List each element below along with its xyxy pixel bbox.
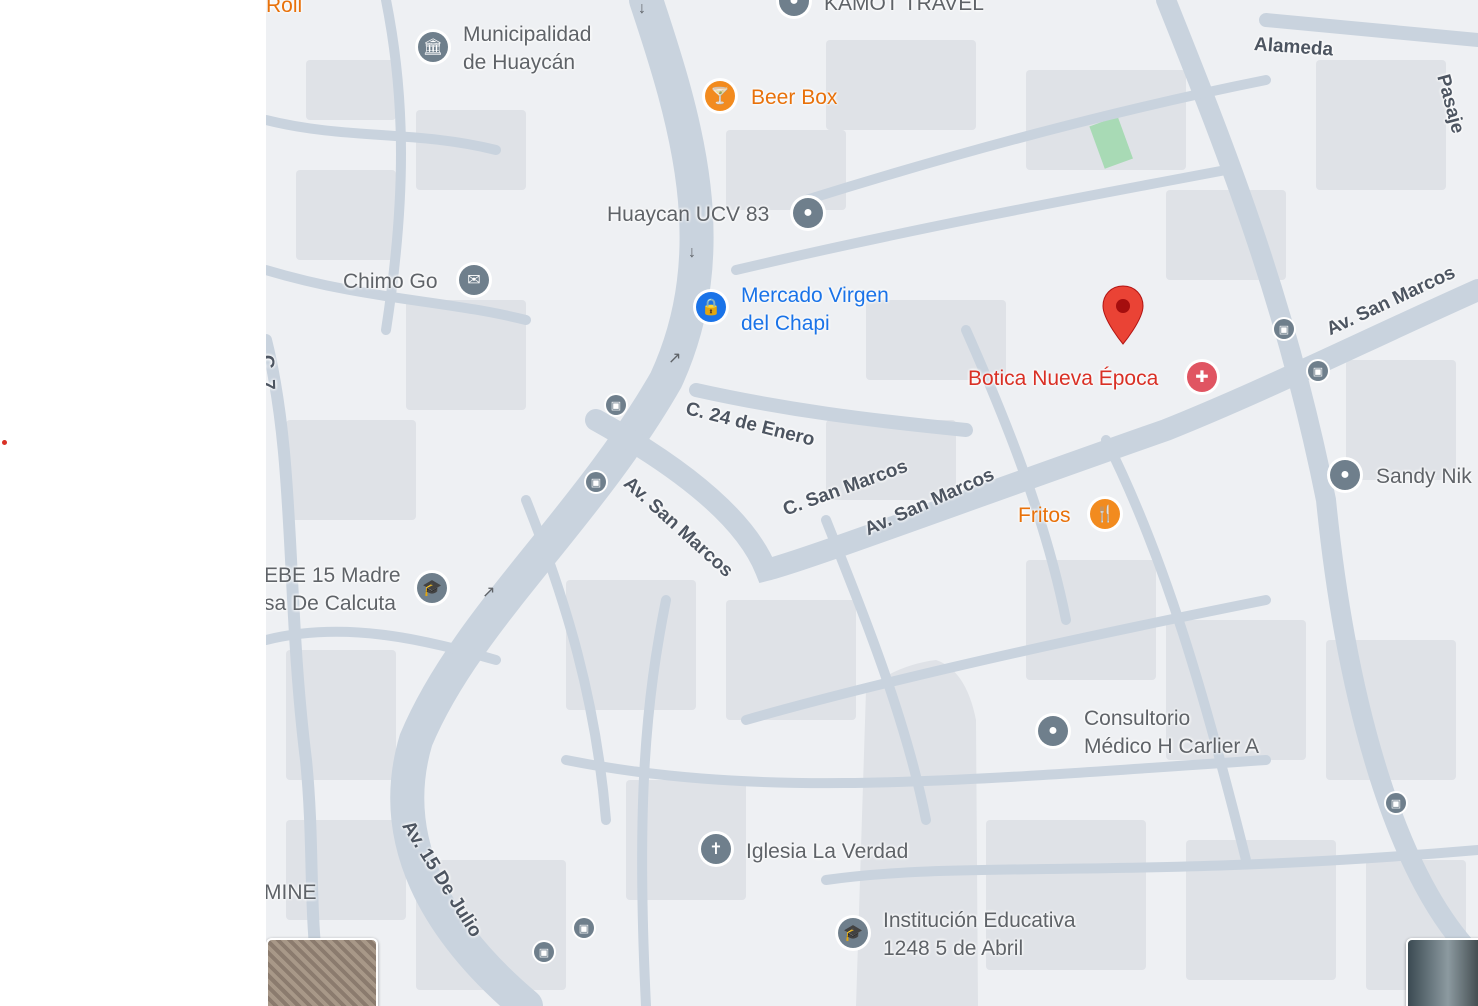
school-icon: 🎓 [843, 925, 863, 942]
bus-stop-icon[interactable]: ▣ [586, 472, 606, 492]
bus-stop-icon[interactable]: ▣ [1386, 793, 1406, 813]
place-label-mine[interactable]: MINE [266, 879, 317, 907]
bus-stop-icon[interactable]: ▣ [574, 918, 594, 938]
place-label-municipalidad-line2[interactable]: de Huaycán [463, 49, 575, 77]
place-pin-iebe[interactable]: 🎓 [417, 573, 447, 603]
place-label-institucion-line1[interactable]: Institución Educativa [883, 907, 1076, 935]
bus-stop-icon[interactable]: ▣ [534, 942, 554, 962]
satellite-layer-thumbnail[interactable] [266, 938, 378, 1006]
place-label-beer-box[interactable]: Beer Box [751, 84, 837, 112]
place-pin-huaycan-ucv[interactable]: ● [793, 198, 823, 228]
place-label-fritos[interactable]: Fritos [1018, 502, 1071, 530]
pin-icon: ● [1340, 466, 1350, 483]
direction-arrow: ↓ [638, 0, 646, 17]
place-pin-iglesia[interactable]: ✝ [701, 834, 731, 864]
place-label-consultorio-line2[interactable]: Médico H Carlier A [1084, 733, 1259, 761]
selected-location-pin-icon[interactable] [1100, 284, 1146, 348]
place-label-sandy[interactable]: Sandy Nik [1376, 463, 1472, 491]
direction-arrow: ↓ [688, 244, 696, 261]
shopping-bag-icon: 🔒 [701, 299, 721, 316]
pin-icon: ● [789, 0, 799, 9]
bus-stop-icon[interactable]: ▣ [1308, 361, 1328, 381]
place-label-consultorio-line1[interactable]: Consultorio [1084, 705, 1190, 733]
place-pin-botica[interactable]: ✚ [1187, 362, 1217, 392]
place-label-mercado-line2[interactable]: del Chapi [741, 310, 830, 338]
place-label-iebe-line2[interactable]: sa De Calcuta [266, 590, 396, 618]
place-label-botica[interactable]: Botica Nueva Época [968, 365, 1158, 393]
direction-arrow: ↗ [482, 584, 496, 601]
cross-icon: ✝ [709, 841, 723, 858]
place-label-iglesia[interactable]: Iglesia La Verdad [746, 838, 908, 866]
restaurant-icon: 🍴 [1095, 506, 1115, 523]
place-label-roll[interactable]: Roll [266, 0, 302, 20]
place-label-institucion-line2[interactable]: 1248 5 de Abril [883, 935, 1023, 963]
pin-icon: ● [803, 204, 813, 221]
school-icon: 🎓 [422, 580, 442, 597]
cocktail-icon: 🍸 [710, 88, 730, 105]
map-canvas[interactable]: Alameda Pasaje C. 7 C. 24 de Enero C. Sa… [266, 0, 1478, 1006]
left-panel [0, 0, 266, 1006]
place-pin-consultorio[interactable]: ● [1038, 716, 1068, 746]
place-label-huaycan-ucv[interactable]: Huaycan UCV 83 [607, 201, 769, 229]
place-pin-municipalidad[interactable]: 🏛 [418, 32, 448, 62]
government-building-icon: 🏛 [422, 39, 444, 56]
road-label-c7: C. 7 [266, 354, 279, 391]
place-pin-beer-box[interactable]: 🍸 [705, 81, 735, 111]
pin-icon: ● [1048, 722, 1058, 739]
place-label-chimo-go[interactable]: Chimo Go [343, 268, 438, 296]
place-pin-fritos[interactable]: 🍴 [1090, 499, 1120, 529]
envelope-icon: ✉ [467, 272, 481, 289]
bus-stop-icon[interactable]: ▣ [1274, 319, 1294, 339]
place-pin-mercado[interactable]: 🔒 [696, 292, 726, 322]
place-pin-sandy[interactable]: ● [1330, 460, 1360, 490]
place-label-municipalidad-line1[interactable]: Municipalidad [463, 21, 591, 49]
place-pin-chimo-go[interactable]: ✉ [459, 265, 489, 295]
bus-stop-icon[interactable]: ▣ [606, 395, 626, 415]
place-label-kamot-travel[interactable]: KAMOT TRAVEL [824, 0, 984, 18]
pharmacy-icon: ✚ [1195, 369, 1209, 386]
direction-arrow: ↗ [668, 350, 682, 367]
place-pin-institucion[interactable]: 🎓 [838, 918, 868, 948]
street-view-thumbnail[interactable] [1406, 938, 1478, 1006]
red-dot [2, 440, 7, 445]
place-label-iebe-line1[interactable]: EBE 15 Madre [266, 562, 401, 590]
place-label-mercado-line1[interactable]: Mercado Virgen [741, 282, 889, 310]
